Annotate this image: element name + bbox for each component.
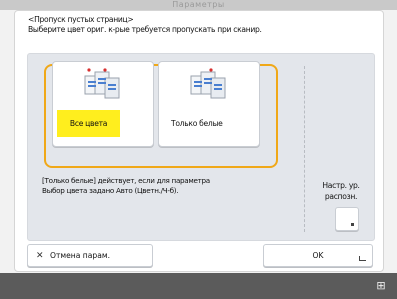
option-white-only-label: Только белые [171, 119, 223, 128]
enter-corner-icon [359, 256, 366, 261]
button-corner-icon [351, 223, 354, 226]
ok-label: OK [312, 251, 324, 260]
window-title-bar: Параметры [0, 0, 397, 10]
cancel-settings-label: Отмена парам. [49, 251, 111, 260]
dialog-title: <Пропуск пустых страниц> [28, 15, 134, 24]
color-pages-icon [84, 68, 120, 99]
panel-divider [304, 66, 305, 232]
ok-button[interactable]: OK [263, 244, 373, 267]
cancel-settings-button[interactable]: ✕ Отмена парам. [27, 244, 153, 267]
status-bar: ⊞ [0, 273, 397, 299]
close-icon: ✕ [36, 251, 44, 261]
dialog-instruction: Выберите цвет ориг. к-рые требуется проп… [28, 25, 262, 34]
dialog-header: <Пропуск пустых страниц> Выберите цвет о… [28, 15, 373, 35]
white-only-note: [Только белые] действует, если для парам… [42, 176, 282, 196]
note-line-1: [Только белые] действует, если для парам… [42, 176, 210, 185]
window-title: Параметры [172, 0, 225, 9]
detection-level-label: Настр. ур. распозн. [308, 180, 374, 202]
option-all-colors[interactable]: Все цвета [52, 61, 154, 147]
blank-page-skip-dialog: <Пропуск пустых страниц> Выберите цвет о… [14, 10, 384, 272]
detection-level-label-line-2: распозн. [324, 192, 358, 201]
options-panel: Все цвета Только белые [Только белые] де… [27, 53, 375, 241]
note-line-2: Выбор цвета задано Авто (Цветн./Ч-б). [42, 186, 179, 195]
white-pages-icon [190, 68, 226, 99]
detection-level-button[interactable] [335, 207, 359, 231]
detection-level-label-line-1: Настр. ур. [322, 181, 360, 190]
option-white-only[interactable]: Только белые [158, 61, 260, 147]
status-monitor-icon[interactable]: ⊞ [373, 279, 389, 293]
option-all-colors-label: Все цвета [57, 110, 120, 137]
